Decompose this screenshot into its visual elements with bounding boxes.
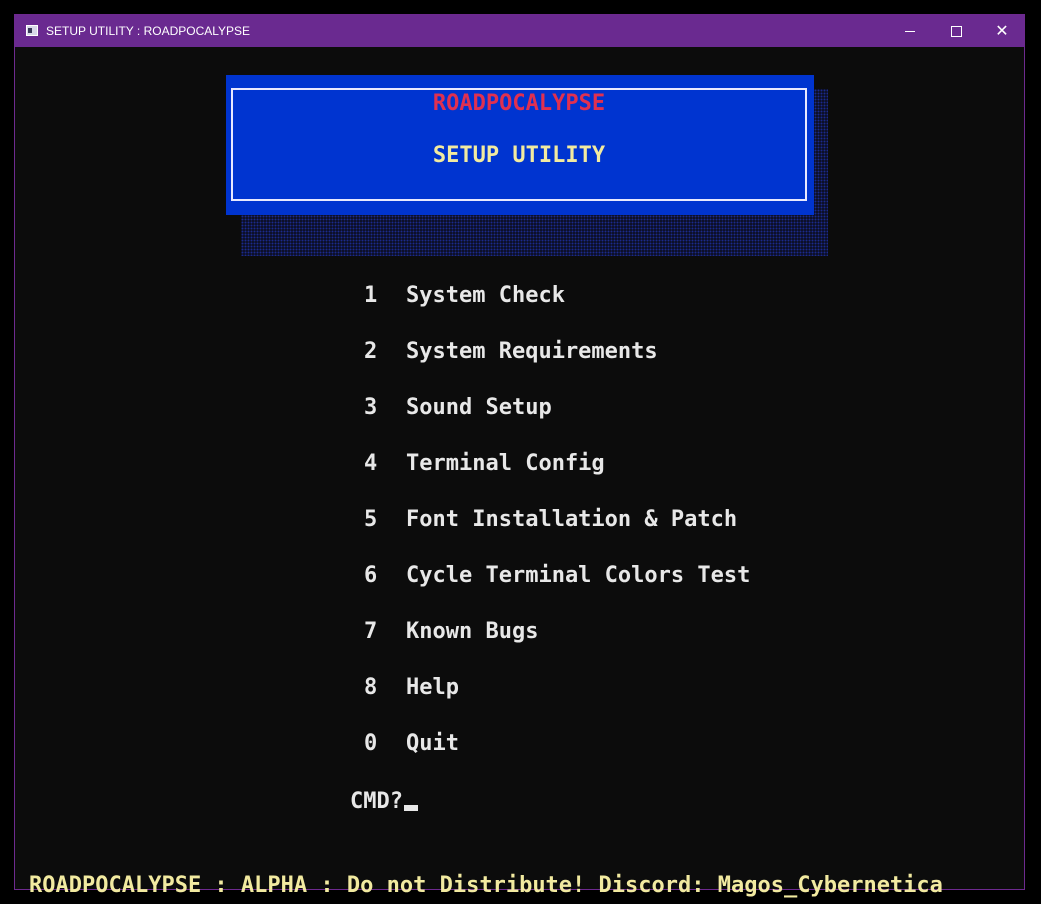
menu-item-label: Known Bugs: [406, 619, 539, 644]
menu-item-label: System Requirements: [406, 339, 658, 364]
terminal-screen[interactable]: ROADPOCALYPSE SETUP UTILITY 1 System Che…: [15, 47, 1024, 898]
menu-item-label: Terminal Config: [406, 451, 605, 476]
maximize-icon: [950, 25, 962, 37]
menu-item-key: 4: [364, 451, 378, 476]
menu-item-key: 0: [364, 731, 378, 756]
banner-frame: ROADPOCALYPSE SETUP UTILITY: [231, 88, 807, 201]
banner-title: ROADPOCALYPSE: [410, 90, 628, 118]
menu-item-label: Quit: [406, 731, 459, 756]
text-cursor: [403, 805, 418, 811]
title-bar[interactable]: SETUP UTILITY : ROADPOCALYPSE ✕: [15, 15, 1024, 47]
prompt-label: CMD?: [350, 789, 403, 814]
status-bar: ROADPOCALYPSE : ALPHA : Do not Distribut…: [29, 873, 943, 898]
menu-item-key: 7: [364, 619, 378, 644]
menu-item-label: Font Installation & Patch: [406, 507, 738, 532]
menu-item-key: 1: [364, 283, 378, 308]
menu-item-label: Sound Setup: [406, 395, 552, 420]
maximize-button[interactable]: [933, 15, 979, 47]
command-prompt[interactable]: CMD?: [350, 787, 418, 817]
banner-subtitle: SETUP UTILITY: [432, 143, 606, 168]
menu-item-key: 5: [364, 507, 378, 532]
minimize-icon: [905, 30, 915, 32]
close-icon: ✕: [995, 21, 1009, 40]
banner: ROADPOCALYPSE SETUP UTILITY: [226, 75, 814, 215]
minimize-button[interactable]: [887, 15, 933, 47]
close-button[interactable]: ✕: [979, 15, 1025, 47]
menu-item-label: Help: [406, 675, 459, 700]
console-app-icon: [26, 25, 38, 36]
window-title: SETUP UTILITY : ROADPOCALYPSE: [46, 24, 251, 38]
menu-item-key: 2: [364, 339, 378, 364]
menu-item-key: 6: [364, 563, 378, 588]
menu-item-key: 8: [364, 675, 378, 700]
menu-item-key: 3: [364, 395, 378, 420]
menu-item-label: System Check: [406, 283, 565, 308]
menu-item-label: Cycle Terminal Colors Test: [406, 563, 751, 588]
terminal-window: SETUP UTILITY : ROADPOCALYPSE ✕ ROADPOCA…: [14, 14, 1025, 898]
